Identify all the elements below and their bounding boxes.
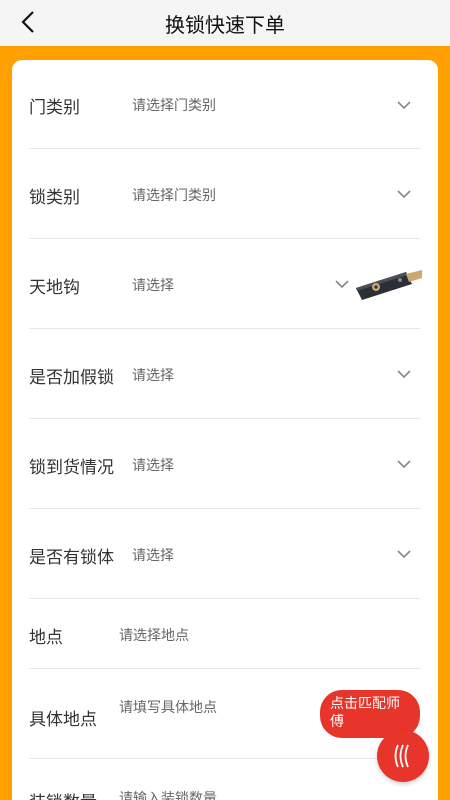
door-type-label: 门类别 [29, 98, 80, 118]
door-type-select[interactable]: 门类别 请选择门类别 [29, 60, 420, 149]
has-lock-body-label: 是否有锁体 [29, 548, 114, 568]
fake-lock-value: 请选择 [132, 368, 174, 384]
lock-arrival-select[interactable]: 锁到货情况 请选择 [29, 419, 420, 509]
has-lock-body-value: 请选择 [132, 548, 174, 564]
sky-earth-hook-label: 天地钩 [29, 278, 80, 298]
floating-action-button[interactable] [377, 730, 429, 782]
top-bar: 换锁快速下单 [0, 0, 450, 46]
chevron-down-icon [397, 460, 411, 469]
install-count-field[interactable]: 装锁数量 请输入装锁数量 [29, 759, 420, 800]
back-button[interactable] [14, 8, 42, 36]
chevron-down-icon [397, 550, 411, 559]
lock-type-value: 请选择门类别 [132, 188, 216, 204]
location-value: 请选择地点 [119, 628, 189, 644]
lock-type-label: 锁类别 [29, 188, 80, 208]
detail-location-label: 具体地点 [29, 710, 97, 730]
lock-arrival-value: 请选择 [132, 458, 174, 474]
chevron-down-icon [335, 280, 349, 289]
chevron-down-icon [397, 370, 411, 379]
sky-earth-hook-select[interactable]: 天地钩 请选择 [29, 239, 422, 329]
location-select[interactable]: 地点 请选择地点 [29, 599, 420, 669]
page-title: 换锁快速下单 [165, 12, 285, 37]
fake-lock-select[interactable]: 是否加假锁 请选择 [29, 329, 420, 419]
install-count-input[interactable]: 请输入装锁数量 [119, 788, 217, 800]
fake-lock-label: 是否加假锁 [29, 368, 114, 388]
location-label: 地点 [29, 628, 63, 648]
chevron-left-icon [21, 11, 34, 33]
detail-location-input[interactable]: 请填写具体地点 [119, 697, 217, 717]
has-lock-body-select[interactable]: 是否有锁体 请选择 [29, 509, 420, 599]
lock-hardware-image [356, 270, 422, 300]
install-count-label: 装锁数量 [29, 788, 97, 800]
door-type-value: 请选择门类别 [132, 98, 216, 114]
lock-arrival-label: 锁到货情况 [29, 458, 114, 478]
chevron-down-icon [397, 101, 411, 110]
chevron-down-icon [397, 190, 411, 199]
sky-earth-hook-value: 请选择 [132, 278, 174, 294]
lock-type-select[interactable]: 锁类别 请选择门类别 [29, 149, 420, 239]
wave-lines-icon [394, 744, 409, 768]
order-form-card: 门类别 请选择门类别 锁类别 请选择门类别 天地钩 请选择 是否加假锁 请选择 [12, 60, 438, 800]
